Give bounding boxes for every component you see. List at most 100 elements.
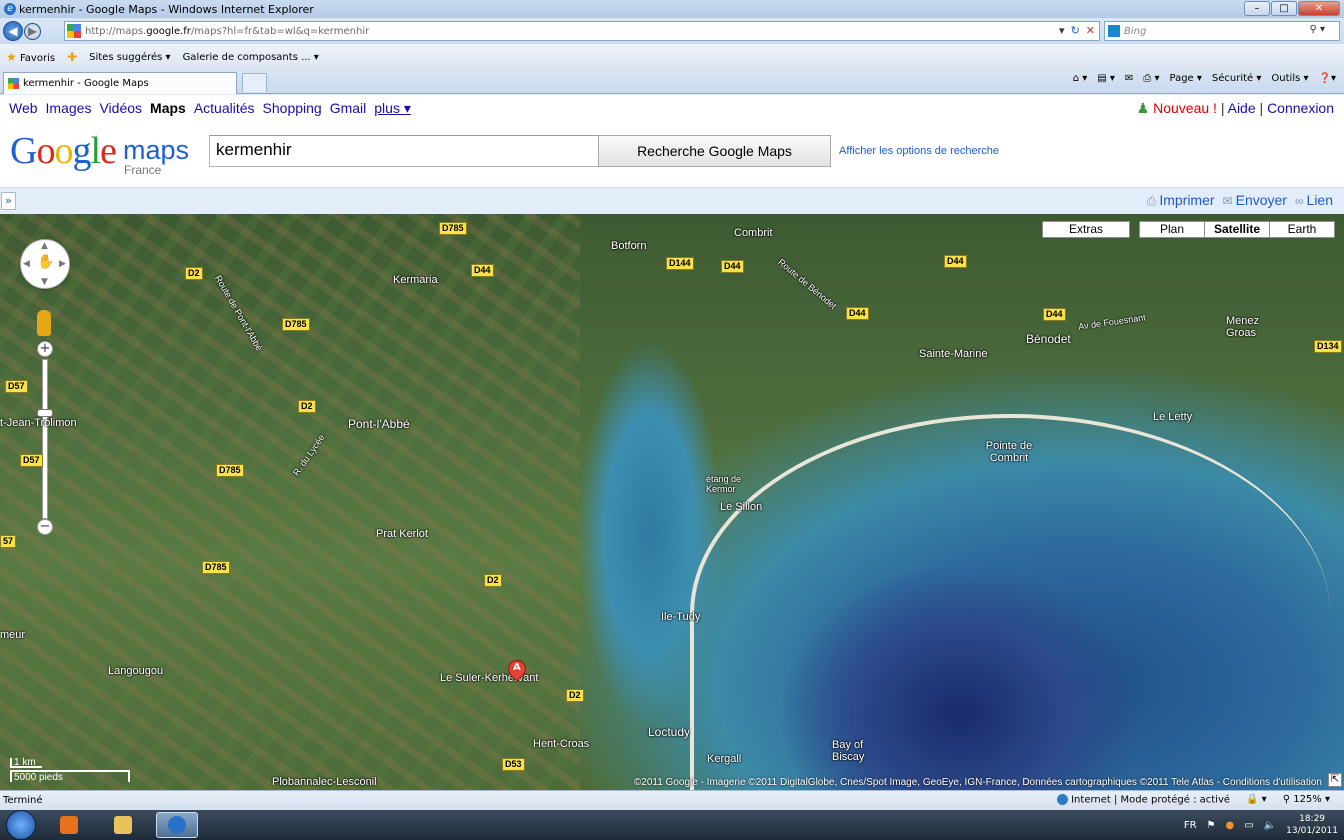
tools-menu[interactable]: Outils ▾: [1271, 73, 1308, 84]
search-input[interactable]: kermenhir: [209, 135, 599, 167]
login-link[interactable]: Connexion: [1267, 100, 1334, 116]
road-shield: D134: [1314, 340, 1342, 353]
logo-letter: o: [36, 130, 55, 172]
tab-title: kermenhir - Google Maps: [23, 78, 149, 89]
road-shield: D2: [185, 267, 203, 280]
add-favorite-icon[interactable]: ✚: [67, 50, 77, 64]
pan-control[interactable]: ▲ ▼ ◀ ▶ ✋: [20, 239, 70, 289]
satellite-map[interactable]: Extras Plan Satellite Earth ▲ ▼ ◀ ▶ ✋ + …: [0, 214, 1344, 790]
map-copyright[interactable]: ©2011 Google - Imagerie ©2011 DigitalGlo…: [634, 777, 1322, 788]
feeds-icon[interactable]: ▤ ▾: [1097, 73, 1115, 84]
zoom-slider-thumb[interactable]: [37, 409, 53, 417]
zoom-level[interactable]: ⚲ 125% ▾: [1283, 794, 1330, 806]
forward-button[interactable]: ▶: [24, 22, 41, 40]
pan-right-icon[interactable]: ▶: [59, 259, 66, 269]
suggested-sites-button[interactable]: Sites suggérés ▾: [89, 52, 170, 63]
map-label: t-Jean-Trolimon: [0, 417, 77, 429]
taskbar-explorer[interactable]: [102, 812, 144, 838]
clock[interactable]: 18:29 13/01/2011: [1286, 813, 1338, 837]
map-type-satellite[interactable]: Satellite: [1204, 221, 1270, 238]
search-icon[interactable]: ⚲ ▾: [1309, 24, 1325, 35]
gbar-gmail[interactable]: Gmail: [330, 100, 367, 116]
maximize-button[interactable]: □: [1271, 1, 1297, 16]
minimize-button[interactable]: –: [1244, 1, 1270, 16]
map-type-earth[interactable]: Earth: [1269, 221, 1335, 238]
gbar-web[interactable]: Web: [9, 100, 38, 116]
gbar-shopping[interactable]: Shopping: [263, 100, 322, 116]
print-link[interactable]: ⎙ Imprimer: [1147, 192, 1215, 209]
link-link[interactable]: ∞ Lien: [1295, 192, 1333, 209]
expand-panel-button[interactable]: »: [1, 192, 16, 210]
gbar-videos[interactable]: Vidéos: [99, 100, 142, 116]
bing-search-field[interactable]: Bing ⚲ ▾: [1104, 21, 1340, 41]
home-icon[interactable]: ⌂ ▾: [1073, 73, 1088, 84]
share-links: ⎙ Imprimer ✉ Envoyer ∞ Lien: [1147, 192, 1333, 209]
google-logo[interactable]: Google: [10, 129, 117, 173]
page-menu[interactable]: Page ▾: [1169, 73, 1201, 84]
dropdown-arrow-icon[interactable]: ▾: [1059, 24, 1065, 37]
street-view-pegman-icon[interactable]: [37, 310, 51, 336]
favorites-bar: ★ Favoris ✚ Sites suggérés ▾ Galerie de …: [0, 44, 1344, 70]
location-marker-a[interactable]: A: [504, 656, 530, 684]
url-rest: /maps?hl=fr&tab=wl&q=kermenhir: [190, 25, 370, 37]
security-menu[interactable]: Sécurité ▾: [1212, 73, 1262, 84]
update-icon[interactable]: ●: [1225, 820, 1234, 831]
url-field[interactable]: http://maps. google.fr/maps?hl=fr&tab=wl&…: [64, 21, 1100, 41]
country-label: France: [124, 163, 162, 177]
ie-icon: [168, 816, 186, 834]
taskbar-media-player[interactable]: [48, 812, 90, 838]
mail-icon[interactable]: ✉: [1125, 73, 1133, 84]
tab-kermenhir[interactable]: kermenhir - Google Maps: [3, 72, 237, 94]
map-label: Hent-Croas: [533, 738, 590, 750]
pan-left-icon[interactable]: ◀: [23, 259, 30, 269]
map-label: Menez Groas: [1226, 315, 1260, 339]
map-label: Le Sillon: [720, 501, 763, 513]
gbar-more[interactable]: plus ▾: [374, 100, 411, 117]
map-label: Prat Kerlot: [376, 528, 428, 540]
search-maps-button[interactable]: Recherche Google Maps: [598, 135, 831, 167]
volume-icon[interactable]: 🔈: [1264, 820, 1276, 831]
maps-logo-text: maps: [123, 135, 190, 165]
back-button[interactable]: ◀: [3, 21, 23, 41]
zoom-slider-track[interactable]: [42, 359, 48, 519]
protected-mode-icon[interactable]: 🔒 ▾: [1246, 794, 1267, 806]
new-tab-button[interactable]: [242, 73, 267, 92]
language-indicator[interactable]: FR: [1184, 820, 1197, 831]
pan-down-icon[interactable]: ▼: [41, 277, 48, 287]
search-options-link[interactable]: Afficher les options de recherche: [839, 145, 999, 157]
send-link[interactable]: ✉ Envoyer: [1223, 192, 1287, 209]
stop-icon[interactable]: ✕: [1086, 24, 1095, 37]
toolbar-strip: » ⎙ Imprimer ✉ Envoyer ∞ Lien: [0, 187, 1344, 214]
road-shield: D785: [439, 222, 467, 235]
zoom-in-button[interactable]: +: [37, 341, 53, 357]
refresh-icon[interactable]: ↻: [1071, 24, 1080, 37]
security-zone[interactable]: Internet | Mode protégé : activé: [1057, 794, 1230, 806]
help-menu[interactable]: ❓▾: [1319, 73, 1336, 84]
close-button[interactable]: ✕: [1298, 1, 1340, 16]
start-button[interactable]: [6, 810, 36, 840]
taskbar-internet-explorer[interactable]: [156, 812, 198, 838]
favorites-button[interactable]: ★ Favoris: [6, 50, 55, 64]
network-icon[interactable]: ▭: [1244, 820, 1253, 831]
zoom-out-button[interactable]: −: [37, 519, 53, 535]
bing-icon: [1108, 25, 1120, 37]
gbar-images[interactable]: Images: [46, 100, 92, 116]
flag-icon[interactable]: ⚑: [1207, 820, 1216, 831]
map-type-plan[interactable]: Plan: [1139, 221, 1205, 238]
logo-letter: e: [100, 130, 117, 172]
print-icon[interactable]: ⎙ ▾: [1143, 73, 1159, 84]
pan-up-icon[interactable]: ▲: [41, 241, 48, 251]
road-shield: D57: [5, 380, 28, 393]
map-type-extras[interactable]: Extras: [1042, 221, 1130, 238]
road-shield: D44: [471, 264, 494, 277]
favorites-label: Favoris: [19, 53, 56, 64]
web-slice-gallery-button[interactable]: Galerie de composants ... ▾: [183, 52, 319, 63]
help-link[interactable]: Aide: [1228, 100, 1256, 116]
overview-toggle-icon[interactable]: ⇱: [1328, 773, 1342, 787]
web-page: Web Images Vidéos Maps Actualités Shoppi…: [0, 95, 1344, 790]
media-player-icon: [60, 816, 78, 834]
new-link[interactable]: Nouveau !: [1153, 100, 1217, 116]
map-label: Bay of Biscay: [832, 739, 865, 763]
gbar-news[interactable]: Actualités: [194, 100, 255, 116]
zoom-control: + −: [37, 341, 53, 539]
